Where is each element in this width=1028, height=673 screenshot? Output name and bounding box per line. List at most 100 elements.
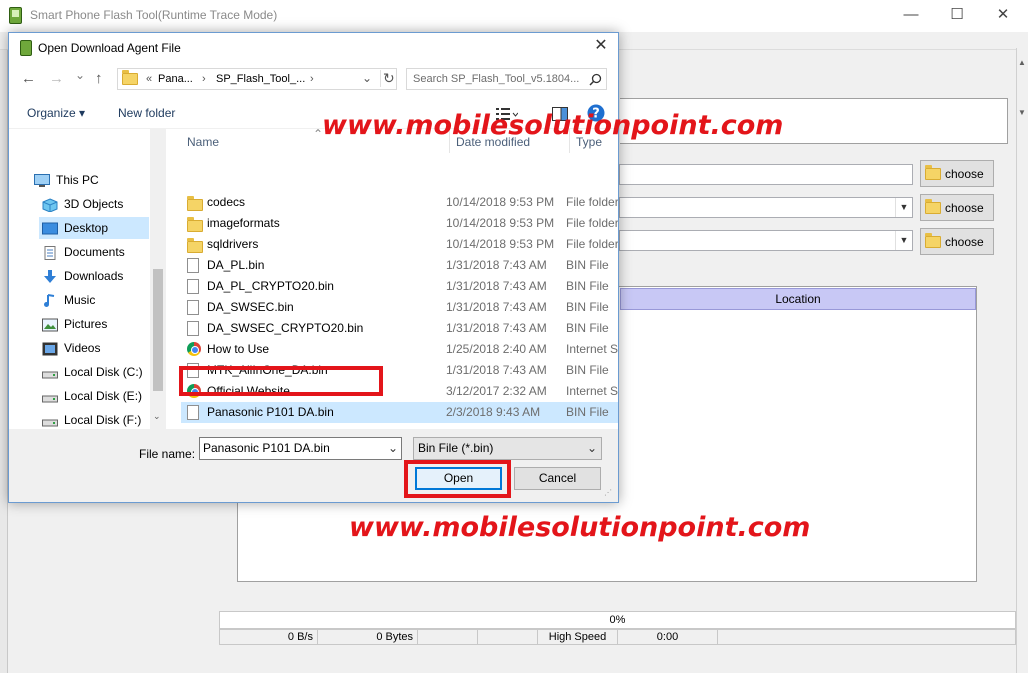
dialog-title: Open Download Agent File xyxy=(38,41,181,55)
file-name: How to Use xyxy=(207,342,270,356)
forward-arrow-icon[interactable]: → xyxy=(49,70,64,87)
breadcrumb-separator: › xyxy=(202,73,206,85)
desktop-icon xyxy=(42,221,58,235)
status-cell-empty xyxy=(418,630,478,644)
file-row[interactable]: imageformats 10/14/2018 9:53 PM File folde… xyxy=(181,213,618,234)
folder-icon xyxy=(925,198,941,214)
name-column-header[interactable]: Name xyxy=(187,133,219,155)
nav-item-label: Local Disk (E:) xyxy=(64,389,143,403)
scroll-down-icon[interactable]: ⌄ xyxy=(153,411,161,422)
dialog-title-bar: Open Download Agent File ✕ xyxy=(9,33,618,63)
back-arrow-icon[interactable]: ← xyxy=(21,70,36,87)
chevron-down-icon[interactable]: ▼ xyxy=(895,231,912,250)
file-date: 10/14/2018 9:53 PM xyxy=(446,195,555,209)
chevron-down-icon[interactable]: ▼ xyxy=(895,198,912,217)
file-name: DA_SWSEC_CRYPTO20.bin xyxy=(207,321,364,335)
choose-auth-button[interactable]: choose xyxy=(920,228,994,255)
refresh-icon[interactable]: ↻ xyxy=(380,70,396,87)
music-icon xyxy=(42,293,58,307)
main-vertical-scrollbar[interactable]: ▲ ▼ xyxy=(1016,48,1028,673)
nav-item-3d-objects[interactable]: 3D Objects xyxy=(39,193,149,215)
file-row[interactable]: DA_PL.bin 1/31/2018 7:43 AM BIN File xyxy=(181,255,618,276)
file-type: BIN File xyxy=(566,405,609,419)
file-row[interactable]: Panasonic P101 DA.bin 2/3/2018 9:43 AM BIN… xyxy=(181,402,618,423)
nav-item-documents[interactable]: Documents xyxy=(39,241,149,263)
file-type-select[interactable]: Bin File (*.bin) ⌄ xyxy=(413,437,602,460)
file-date: 1/31/2018 7:43 AM xyxy=(446,279,547,293)
scrollbar-thumb[interactable] xyxy=(153,269,163,391)
choose-agent-button[interactable]: choose xyxy=(920,160,994,187)
nav-item-pictures[interactable]: Pictures xyxy=(39,313,149,335)
recent-locations-icon[interactable]: ⌄ xyxy=(75,68,85,82)
nav-item-local-disk-f[interactable]: Local Disk (F:) xyxy=(39,409,149,431)
watermark-text: www.mobilesolutionpoint.com xyxy=(349,512,811,543)
file-type: File folder xyxy=(566,237,618,251)
file-date: 1/31/2018 7:43 AM xyxy=(446,258,547,272)
file-name: DA_PL_CRYPTO20.bin xyxy=(207,279,334,293)
search-box[interactable]: Search SP_Flash_Tool_v5.1804... xyxy=(406,68,607,90)
search-icon[interactable] xyxy=(589,73,602,86)
minimize-button[interactable]: — xyxy=(888,0,934,32)
close-button[interactable]: ✕ xyxy=(980,0,1026,32)
download-icon xyxy=(42,269,58,283)
file-row[interactable]: sqldrivers 10/14/2018 9:53 PM File folder xyxy=(181,234,618,255)
resize-grip-icon[interactable]: ⋰ xyxy=(604,488,612,497)
nav-item-downloads[interactable]: Downloads xyxy=(39,265,149,287)
file-date: 1/31/2018 7:43 AM xyxy=(446,300,547,314)
nav-item-label: Local Disk (C:) xyxy=(64,365,143,379)
monitor-icon xyxy=(34,173,50,187)
agent-path-field[interactable] xyxy=(619,164,913,185)
file-row[interactable]: How to Use 1/25/2018 2:40 AM Internet S xyxy=(181,339,618,360)
navigation-pane-scrollbar[interactable]: ⌄ xyxy=(150,129,166,429)
file-date: 1/31/2018 7:43 AM xyxy=(446,321,547,335)
videos-icon xyxy=(42,341,58,356)
file-row[interactable]: DA_SWSEC.bin 1/31/2018 7:43 AM BIN File xyxy=(181,297,618,318)
choose-label: choose xyxy=(945,200,984,215)
maximize-button[interactable]: ☐ xyxy=(934,0,980,32)
scroll-down-icon[interactable]: ▼ xyxy=(1018,108,1026,117)
nav-item-music[interactable]: Music xyxy=(39,289,149,311)
mode-status: High Speed xyxy=(538,630,618,644)
cube-icon xyxy=(42,197,58,213)
dialog-close-button[interactable]: ✕ xyxy=(586,35,616,59)
file-date: 10/14/2018 9:53 PM xyxy=(446,237,555,251)
file-type: BIN File xyxy=(566,258,609,272)
file-row[interactable]: codecs 10/14/2018 9:53 PM File folder xyxy=(181,192,618,213)
status-cell-empty xyxy=(478,630,538,644)
file-row[interactable]: DA_PL_CRYPTO20.bin 1/31/2018 7:43 AM BIN F… xyxy=(181,276,618,297)
breadcrumb-segment[interactable]: SP_Flash_Tool_... xyxy=(216,73,305,85)
navigation-pane[interactable]: This PC 3D Objects Desktop Documents Downloa… xyxy=(9,129,165,460)
file-date: 2/3/2018 9:43 AM xyxy=(446,405,541,419)
main-left-panel xyxy=(0,50,8,673)
nav-item-label: 3D Objects xyxy=(64,197,124,211)
location-column-header[interactable]: Location xyxy=(620,288,976,310)
nav-item-this-pc[interactable]: This PC xyxy=(31,169,155,191)
choose-scatter-button[interactable]: choose xyxy=(920,194,994,221)
organize-menu[interactable]: Organize ▾ xyxy=(27,106,85,120)
new-folder-button[interactable]: New folder xyxy=(118,106,175,120)
scroll-up-icon[interactable]: ▲ xyxy=(1018,58,1026,67)
folder-icon xyxy=(122,70,138,85)
chevron-down-icon[interactable]: ⌄ xyxy=(388,438,398,459)
address-bar[interactable]: « Pana... › SP_Flash_Tool_... › ⌄ ↻ xyxy=(117,68,397,90)
progress-text: 0% xyxy=(609,614,626,626)
file-name-input[interactable]: Panasonic P101 DA.bin ⌄ xyxy=(199,437,402,460)
auth-path-combo[interactable]: ▼ xyxy=(619,230,913,251)
nav-item-desktop[interactable]: Desktop xyxy=(39,217,149,239)
address-dropdown-icon[interactable]: ⌄ xyxy=(362,71,372,85)
breadcrumb-segment[interactable]: Pana... xyxy=(158,73,193,85)
nav-item-label: Pictures xyxy=(64,317,108,331)
nav-item-local-disk-e[interactable]: Local Disk (E:) xyxy=(39,385,149,407)
file-date: 1/31/2018 7:43 AM xyxy=(446,363,547,377)
cancel-button[interactable]: Cancel xyxy=(514,467,601,490)
up-arrow-icon[interactable]: ↑ xyxy=(95,70,103,87)
scatter-path-combo[interactable]: ▼ xyxy=(619,197,913,218)
nav-item-label: Local Disk (F:) xyxy=(64,413,142,427)
file-type: BIN File xyxy=(566,300,609,314)
file-row[interactable]: DA_SWSEC_CRYPTO20.bin 1/31/2018 7:43 AM BI… xyxy=(181,318,618,339)
chevron-down-icon[interactable]: ⌄ xyxy=(587,438,597,459)
nav-item-local-disk-c[interactable]: Local Disk (C:) xyxy=(39,361,149,383)
nav-item-label: Downloads xyxy=(64,269,124,283)
nav-item-videos[interactable]: Videos xyxy=(39,337,149,359)
address-overflow[interactable]: « xyxy=(146,73,152,85)
